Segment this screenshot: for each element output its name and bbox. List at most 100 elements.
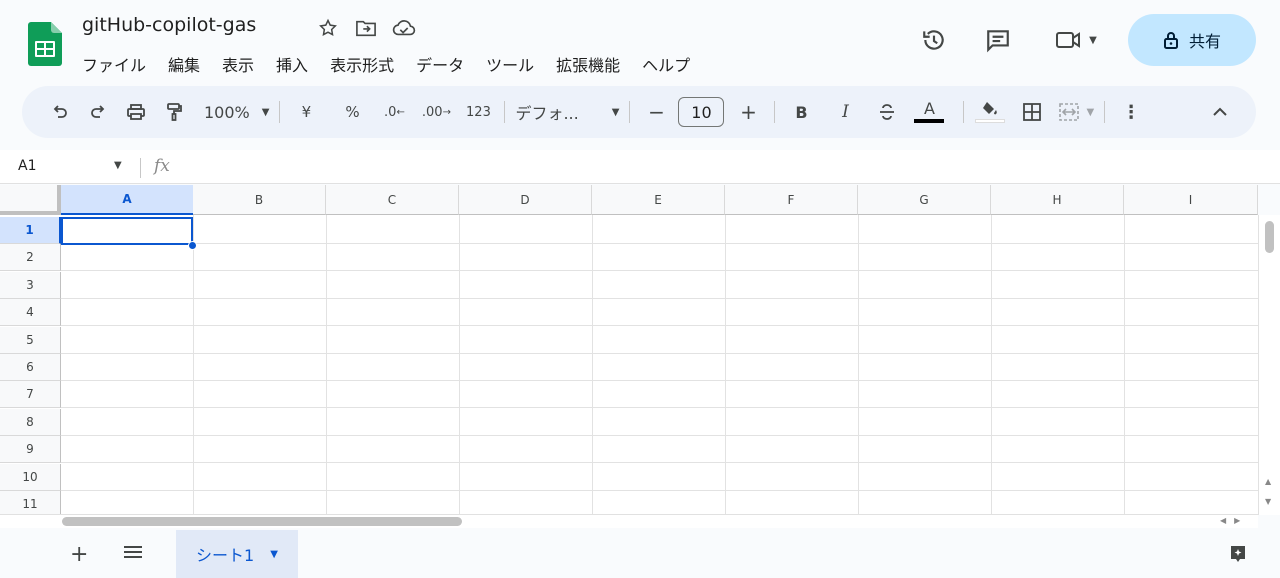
hamburger-icon[interactable] [122, 544, 144, 564]
row-header-11[interactable]: 11 [0, 491, 61, 515]
row-header-6[interactable]: 6 [0, 354, 61, 381]
column-header-b[interactable]: B [193, 185, 326, 215]
menu-extensions[interactable]: 拡張機能 [556, 52, 620, 76]
version-history-icon[interactable] [920, 26, 948, 54]
row-gridline [61, 462, 1258, 463]
font-select[interactable]: デフォ... ▼ [515, 96, 619, 128]
column-header-e[interactable]: E [592, 185, 725, 215]
redo-icon[interactable] [82, 96, 114, 128]
video-call-icon[interactable]: ▼ [1052, 26, 1100, 54]
name-box[interactable]: A1 [18, 158, 36, 174]
menu-file[interactable]: ファイル [82, 52, 146, 76]
column-header-a[interactable]: A [61, 185, 194, 215]
bold-button[interactable]: B [785, 96, 817, 128]
column-gridline [1124, 215, 1125, 515]
share-button[interactable]: 共有 [1128, 14, 1256, 66]
row-header-7[interactable]: 7 [0, 381, 61, 408]
chevron-down-icon: ▼ [261, 106, 270, 118]
vertical-scrollbar[interactable]: ▲ ▼ [1258, 215, 1280, 515]
italic-button[interactable]: I [829, 96, 861, 128]
more-options-icon[interactable]: ⋮ [1115, 96, 1147, 128]
toolbar-divider [629, 101, 631, 123]
row-header-3[interactable]: 3 [0, 272, 61, 299]
row-gridline [61, 490, 1258, 491]
currency-format-button[interactable]: ¥ [290, 96, 322, 128]
text-color-button[interactable]: A [913, 96, 945, 128]
strikethrough-icon[interactable] [871, 96, 903, 128]
row-gridline [61, 380, 1258, 381]
borders-icon[interactable] [1016, 96, 1048, 128]
increase-font-size-button[interactable]: + [732, 96, 764, 128]
decrease-decimal-button[interactable]: .0 ← [378, 96, 410, 128]
text-color-letter: A [923, 99, 935, 118]
spreadsheet-app: gitHub-copilot-gas ファイル 編集 表示 挿入 表示形式 デー… [0, 0, 1280, 578]
google-sheets-logo[interactable] [28, 22, 62, 66]
column-header-d[interactable]: D [459, 185, 592, 215]
row-header-8[interactable]: 8 [0, 409, 61, 436]
column-header-c[interactable]: C [326, 185, 459, 215]
row-gridline [61, 407, 1258, 408]
horizontal-scrollbar[interactable]: ◀▶ [0, 514, 1258, 528]
active-cell-a1[interactable] [61, 217, 193, 245]
font-size-input[interactable]: 10 [678, 97, 725, 127]
horizontal-scroll-thumb[interactable] [62, 517, 462, 526]
column-header-g[interactable]: G [858, 185, 991, 215]
document-title[interactable]: gitHub-copilot-gas [82, 14, 256, 36]
comments-icon[interactable] [984, 26, 1012, 54]
vertical-scroll-thumb[interactable] [1265, 221, 1274, 253]
explore-icon[interactable] [1228, 544, 1248, 568]
toolbar-divider [1104, 101, 1106, 123]
row-header-10[interactable]: 10 [0, 464, 61, 491]
column-header-h[interactable]: H [991, 185, 1124, 215]
percent-format-button[interactable]: % [336, 96, 368, 128]
increase-decimal-label: .00 [421, 104, 443, 120]
menu-view[interactable]: 表示 [222, 52, 254, 76]
spreadsheet-grid[interactable]: A B C D E F G H I 1 2 3 4 5 6 7 8 9 10 11 [0, 185, 1258, 515]
row-header-5[interactable]: 5 [0, 327, 61, 354]
paint-bucket-icon [983, 102, 998, 115]
undo-icon[interactable] [44, 96, 76, 128]
scroll-up-arrow-icon[interactable]: ▲ [1265, 477, 1271, 486]
row-header-4[interactable]: 4 [0, 299, 61, 326]
column-header-f[interactable]: F [725, 185, 858, 215]
star-icon[interactable] [316, 16, 340, 40]
sheet-tab[interactable]: シート1 ▼ [176, 530, 298, 578]
menu-data[interactable]: データ [416, 52, 464, 76]
menu-edit[interactable]: 編集 [168, 52, 200, 76]
fill-color-button[interactable] [974, 96, 1006, 128]
row-header-9[interactable]: 9 [0, 436, 61, 463]
scroll-down-arrow-icon[interactable]: ▼ [1265, 497, 1271, 506]
lock-icon [1163, 32, 1178, 49]
number-format-button[interactable]: 123 [462, 96, 494, 128]
menu-insert[interactable]: 挿入 [276, 52, 308, 76]
collapse-menus-icon[interactable] [1204, 96, 1236, 128]
row-header-2[interactable]: 2 [0, 244, 61, 271]
increase-decimal-button[interactable]: .00 → [420, 96, 452, 128]
formula-input[interactable] [190, 150, 1250, 184]
sheet-tab-label: シート1 [196, 546, 255, 565]
menu-tools[interactable]: ツール [486, 52, 534, 76]
print-icon[interactable] [120, 96, 152, 128]
paint-format-icon[interactable] [158, 96, 190, 128]
row-gridline [61, 435, 1258, 436]
row-header-1[interactable]: 1 [0, 217, 61, 244]
chevron-down-icon[interactable]: ▼ [114, 160, 122, 171]
decrease-font-size-button[interactable]: − [640, 96, 672, 128]
column-gridline [592, 215, 593, 515]
column-header-i[interactable]: I [1124, 185, 1258, 215]
plus-icon[interactable]: + [70, 542, 88, 567]
zoom-select[interactable]: 100% ▼ [204, 96, 269, 128]
menu-format[interactable]: 表示形式 [330, 52, 394, 76]
cloud-saved-icon[interactable] [392, 16, 416, 40]
move-to-folder-icon[interactable] [354, 16, 378, 40]
merge-cells-icon[interactable]: ▼ [1058, 96, 1094, 128]
decrease-decimal-label: .0 [384, 104, 397, 120]
select-all-corner[interactable] [0, 185, 61, 215]
fill-handle[interactable] [188, 241, 197, 250]
sheet-bar: + シート1 ▼ [0, 530, 1280, 578]
toolbar-divider [774, 101, 776, 123]
chevron-down-icon[interactable]: ▼ [270, 549, 278, 560]
menu-help[interactable]: ヘルプ [642, 52, 690, 76]
scroll-left-right-arrows-icon[interactable]: ◀▶ [1220, 516, 1248, 525]
toolbar: 100% ▼ ¥ % .0 ← .00 → 123 デフォ... ▼ − 10 + … [22, 86, 1256, 138]
